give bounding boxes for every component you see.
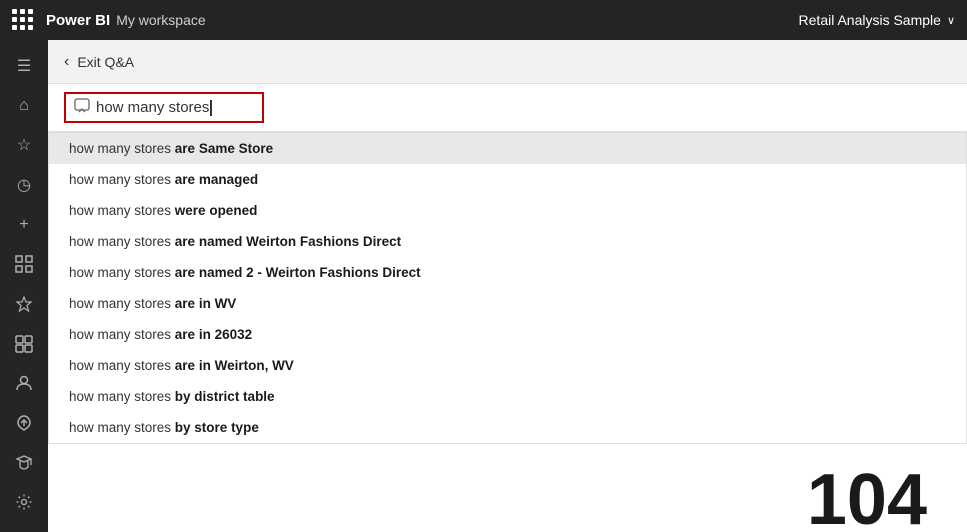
exit-qa-label: Exit Q&A: [77, 54, 134, 70]
home-icon[interactable]: ⌂: [6, 88, 42, 124]
apps-icon[interactable]: [6, 326, 42, 362]
deploy-icon[interactable]: [6, 405, 42, 441]
suggestion-normal-text: how many stores: [69, 420, 175, 435]
settings-icon[interactable]: [6, 484, 42, 520]
suggestion-item[interactable]: how many stores are in WV: [49, 288, 966, 319]
suggestion-item[interactable]: how many stores are Same Store: [49, 133, 966, 164]
suggestion-normal-text: how many stores: [69, 265, 175, 280]
suggestion-normal-text: how many stores: [69, 172, 175, 187]
suggestion-normal-text: how many stores: [69, 389, 175, 404]
back-arrow-icon: ‹: [64, 53, 69, 71]
cursor-indicator: [210, 100, 212, 116]
goals-icon[interactable]: [6, 286, 42, 322]
qa-icon: [74, 98, 90, 117]
count-number: 104: [807, 464, 927, 532]
suggestion-bold-text: are named 2 - Weirton Fashions Direct: [175, 265, 421, 280]
suggestion-bold-text: by district table: [175, 389, 275, 404]
result-area: 104 Count of Store: [48, 444, 967, 532]
search-box[interactable]: how many stores: [64, 92, 264, 123]
create-icon[interactable]: +: [6, 207, 42, 243]
powerbi-logo: Power BI: [46, 12, 110, 29]
chevron-down-icon[interactable]: ∨: [947, 14, 955, 27]
topbar: Power BI My workspace Retail Analysis Sa…: [0, 0, 967, 40]
apps-grid-icon[interactable]: [12, 9, 34, 31]
suggestion-item[interactable]: how many stores are in 26032: [49, 319, 966, 350]
suggestion-bold-text: were opened: [175, 203, 258, 218]
search-query-text: how many stores: [96, 99, 209, 116]
suggestion-bold-text: are in Weirton, WV: [175, 358, 294, 373]
suggestion-normal-text: how many stores: [69, 141, 175, 156]
suggestion-bold-text: by store type: [175, 420, 259, 435]
suggestion-item[interactable]: how many stores are named 2 - Weirton Fa…: [49, 257, 966, 288]
suggestion-item[interactable]: how many stores by district table: [49, 381, 966, 412]
content-area: ‹ Exit Q&A how many stores how many stor…: [48, 40, 967, 532]
suggestion-item[interactable]: how many stores are managed: [49, 164, 966, 195]
suggestion-normal-text: how many stores: [69, 327, 175, 342]
recent-icon[interactable]: ◷: [6, 167, 42, 203]
sidebar: ☰ ⌂ ☆ ◷ +: [0, 40, 48, 532]
suggestion-item[interactable]: how many stores by store type: [49, 412, 966, 443]
learn-icon[interactable]: [6, 445, 42, 481]
favorites-icon[interactable]: ☆: [6, 127, 42, 163]
suggestion-bold-text: are in WV: [175, 296, 237, 311]
suggestion-bold-text: are managed: [175, 172, 258, 187]
suggestion-bold-text: are named Weirton Fashions Direct: [175, 234, 401, 249]
suggestions-dropdown: how many stores are Same Storehow many s…: [48, 133, 967, 444]
suggestion-normal-text: how many stores: [69, 203, 175, 218]
count-display: 104 Count of Store: [807, 464, 927, 532]
hamburger-icon[interactable]: ☰: [6, 48, 42, 84]
browse-icon[interactable]: [6, 246, 42, 282]
search-area: how many stores: [48, 84, 967, 133]
suggestion-item[interactable]: how many stores are in Weirton, WV: [49, 350, 966, 381]
report-title: Retail Analysis Sample ∨: [799, 12, 955, 28]
people-icon[interactable]: [6, 365, 42, 401]
suggestion-item[interactable]: how many stores are named Weirton Fashio…: [49, 226, 966, 257]
workspace-label[interactable]: My workspace: [116, 12, 205, 28]
exit-qa-button[interactable]: ‹ Exit Q&A: [64, 53, 134, 71]
report-name: Retail Analysis Sample: [799, 12, 941, 28]
suggestion-normal-text: how many stores: [69, 234, 175, 249]
suggestion-item[interactable]: how many stores were opened: [49, 195, 966, 226]
exit-bar: ‹ Exit Q&A: [48, 40, 967, 84]
suggestion-bold-text: are Same Store: [175, 141, 273, 156]
main-layout: ☰ ⌂ ☆ ◷ +: [0, 40, 967, 532]
suggestion-bold-text: are in 26032: [175, 327, 252, 342]
suggestion-normal-text: how many stores: [69, 358, 175, 373]
suggestion-normal-text: how many stores: [69, 296, 175, 311]
